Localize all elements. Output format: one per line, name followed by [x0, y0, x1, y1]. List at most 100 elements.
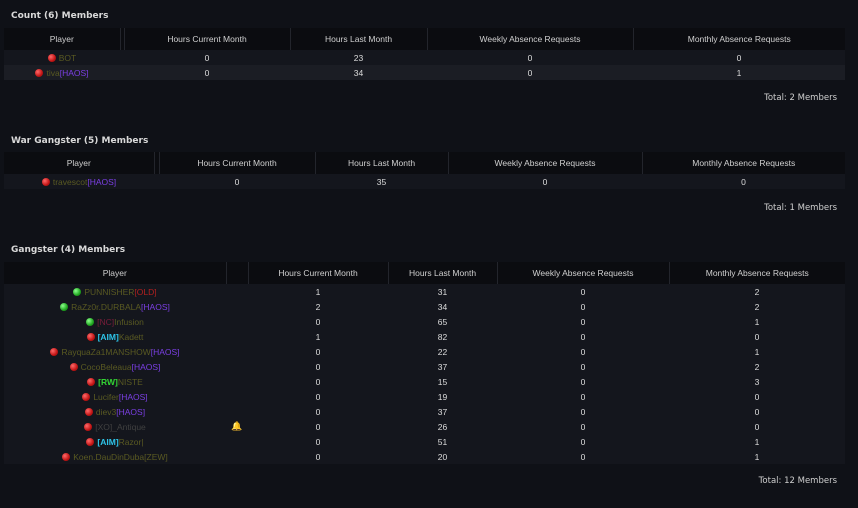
player-name: tiva: [46, 67, 60, 78]
offline-status-icon: [69, 362, 78, 371]
header-monthly[interactable]: Monthly Absence Requests: [641, 152, 845, 174]
player-cell[interactable]: RaZz0r.DURBALA[HAOS]: [4, 299, 226, 314]
player-cell[interactable]: [AIM]Kadett: [4, 329, 226, 344]
hours-last-cell: 65: [388, 314, 497, 329]
hours-current-cell: 0: [248, 374, 388, 389]
player-name: NISTE: [117, 376, 143, 387]
header-player[interactable]: Player: [4, 152, 154, 174]
monthly-absence-cell: 2: [669, 284, 845, 299]
monthly-absence-cell: 1: [633, 65, 845, 80]
player-cell[interactable]: CocoBeleaua[HAOS]: [4, 359, 226, 374]
hours-last-cell: 22: [388, 344, 497, 359]
faction-tag: [HAOS]: [131, 361, 161, 372]
header-weekly[interactable]: Weekly Absence Requests: [447, 152, 642, 174]
table-row: RaZz0r.DURBALA[HAOS] 2 34 0 2: [4, 299, 845, 314]
header-hours-current[interactable]: Hours Current Month: [158, 152, 315, 174]
gap-cell: [226, 329, 248, 344]
faction-tag: [HAOS]: [59, 67, 89, 78]
player-cell[interactable]: Koen.DauDinDuba[ZEW]: [4, 449, 226, 464]
header-hours-last[interactable]: Hours Last Month: [387, 262, 497, 284]
player-cell[interactable]: [XO]_Antique: [4, 419, 226, 434]
hours-last-cell: 23: [290, 50, 427, 65]
hours-last-cell: 19: [388, 389, 497, 404]
weekly-absence-cell: 0: [497, 374, 669, 389]
player-cell[interactable]: [NC]Infusion: [4, 314, 226, 329]
player-cell[interactable]: travescot[HAOS]: [4, 174, 154, 189]
bell-icon[interactable]: 🔔: [231, 421, 242, 431]
hours-current-cell: 0: [124, 65, 290, 80]
section-war-gangster: War Gangster (5) Members Player Hours Cu…: [4, 125, 845, 220]
faction-tag: [NC]: [97, 316, 115, 327]
hours-last-cell: 15: [388, 374, 497, 389]
hours-last-cell: 26: [388, 419, 497, 434]
hours-last-cell: 37: [388, 359, 497, 374]
header-monthly[interactable]: Monthly Absence Requests: [632, 28, 845, 50]
weekly-absence-cell: 0: [497, 284, 669, 299]
weekly-absence-cell: 0: [497, 359, 669, 374]
hours-last-cell: 31: [388, 284, 497, 299]
header-hours-current[interactable]: Hours Current Month: [123, 28, 290, 50]
player-cell[interactable]: tiva[HAOS]: [4, 65, 120, 80]
offline-status-icon: [86, 437, 95, 446]
hours-current-cell: 0: [248, 314, 388, 329]
weekly-absence-cell: 0: [497, 314, 669, 329]
player-cell[interactable]: PUNNISHER[OLD]: [4, 284, 226, 299]
header-hours-last[interactable]: Hours Last Month: [314, 152, 448, 174]
hours-current-cell: 0: [248, 344, 388, 359]
player-cell[interactable]: RayquaZa1MANSHOW[HAOS]: [4, 344, 226, 359]
hours-current-cell: 1: [248, 329, 388, 344]
gap-cell: [226, 389, 248, 404]
online-status-icon: [60, 302, 69, 311]
total-members: Total: 2 Members: [764, 93, 837, 103]
header-hours-last[interactable]: Hours Last Month: [289, 28, 427, 50]
header-weekly[interactable]: Weekly Absence Requests: [426, 28, 633, 50]
hours-current-cell: 0: [159, 174, 315, 189]
player-cell[interactable]: [RW]NISTE: [4, 374, 226, 389]
faction-tag: [HAOS]: [87, 176, 117, 187]
weekly-absence-cell: 0: [497, 344, 669, 359]
offline-status-icon: [50, 347, 59, 356]
faction-tag: [HAOS]: [116, 406, 146, 417]
table-row: tiva[HAOS] 0 34 0 1: [4, 65, 845, 80]
hours-current-cell: 0: [248, 359, 388, 374]
gap-cell: [226, 449, 248, 464]
player-cell[interactable]: [AIM]Razor|: [4, 434, 226, 449]
hours-last-cell: 51: [388, 434, 497, 449]
hours-current-cell: 0: [248, 389, 388, 404]
player-name: Infusion: [114, 316, 144, 327]
table-row: CocoBeleaua[HAOS] 0 37 0 2: [4, 359, 845, 374]
weekly-absence-cell: 0: [497, 389, 669, 404]
members-table: Player Hours Current Month Hours Last Mo…: [4, 262, 845, 464]
weekly-absence-cell: 0: [427, 65, 633, 80]
faction-tag: [HAOS]: [150, 346, 180, 357]
gap-cell: [226, 434, 248, 449]
hours-current-cell: 0: [124, 50, 290, 65]
weekly-absence-cell: 0: [497, 434, 669, 449]
table-row: [AIM]Razor| 0 51 0 1: [4, 434, 845, 449]
monthly-absence-cell: 0: [633, 50, 845, 65]
player-name: PUNNISHER: [84, 286, 135, 297]
table-body: BOT 0 23 0 0 tiva[HAOS] 0 34 0 1: [4, 50, 845, 80]
members-table: Player Hours Current Month Hours Last Mo…: [4, 152, 845, 189]
player-cell[interactable]: BOT: [4, 50, 120, 65]
header-player[interactable]: Player: [4, 28, 120, 50]
header-monthly[interactable]: Monthly Absence Requests: [668, 262, 845, 284]
player-name: RayquaZa1MANSHOW: [61, 346, 151, 357]
hours-last-cell: 37: [388, 404, 497, 419]
player-cell[interactable]: Lucifer[HAOS]: [4, 389, 226, 404]
player-cell[interactable]: diev3[HAOS]: [4, 404, 226, 419]
faction-tag: [XO]_Antique: [95, 421, 146, 432]
offline-status-icon: [86, 332, 95, 341]
weekly-absence-cell: 0: [497, 449, 669, 464]
header-gap: [225, 262, 248, 284]
table-row: [RW]NISTE 0 15 0 3: [4, 374, 845, 389]
player-name: Razor|: [118, 436, 144, 447]
hours-current-cell: 0: [248, 449, 388, 464]
online-status-icon: [86, 317, 95, 326]
hours-current-cell: 2: [248, 299, 388, 314]
faction-tag: [HAOS]: [141, 301, 170, 312]
header-weekly[interactable]: Weekly Absence Requests: [496, 262, 669, 284]
section-count: Count (6) Members Player Hours Current M…: [4, 0, 845, 110]
header-hours-current[interactable]: Hours Current Month: [247, 262, 388, 284]
header-player[interactable]: Player: [4, 262, 226, 284]
